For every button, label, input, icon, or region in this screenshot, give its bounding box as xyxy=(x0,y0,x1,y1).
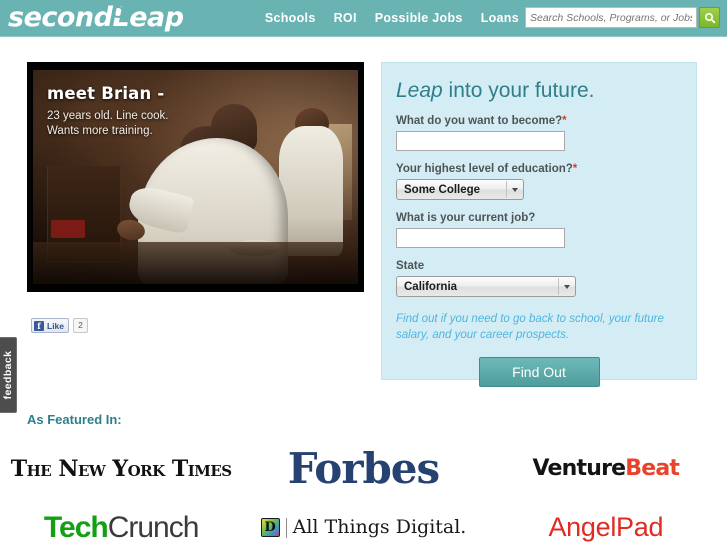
current-job-field-label: What is your current job? xyxy=(396,212,696,224)
hero-photo-second-cook xyxy=(279,126,343,256)
panel-title-emphasis: Leap xyxy=(396,79,443,102)
hero-subtext: 23 years old. Line cook. Wants more trai… xyxy=(47,109,168,139)
panel-title: Leap into your future. xyxy=(396,79,696,103)
hero-photo: meet Brian - 23 years old. Line cook. Wa… xyxy=(33,70,358,284)
panel-title-rest: into your future. xyxy=(442,79,595,102)
venturebeat-part-1: Venture xyxy=(532,456,627,481)
become-label-text: What do you want to become? xyxy=(396,115,563,127)
facebook-like-widget: f Like 2 xyxy=(31,318,89,333)
panel-note: Find out if you need to go back to schoo… xyxy=(396,311,682,343)
current-job-label-text: What is your current job? xyxy=(396,212,536,224)
education-select-wrapper: Some College xyxy=(396,179,524,200)
hero-photo-counter xyxy=(33,242,358,284)
brand-logo-all-things-digital[interactable]: D All Things Digital. xyxy=(260,516,467,538)
become-field-label: What do you want to become?* xyxy=(396,115,696,127)
education-required-marker: * xyxy=(572,163,578,175)
search-input[interactable] xyxy=(525,7,697,28)
featured-in-title: As Featured In: xyxy=(27,412,122,427)
search-bar xyxy=(525,7,720,28)
state-select-wrapper: California xyxy=(396,276,576,297)
feedback-tab[interactable]: feedback xyxy=(0,337,17,413)
current-job-input[interactable] xyxy=(396,228,565,248)
featured-logo-grid: The New York Times Forbes VentureBeat Te… xyxy=(0,438,727,545)
panel-note-line-2: and your career prospects. xyxy=(432,329,570,341)
all-things-digital-d-icon: D xyxy=(260,518,280,537)
nav-item-schools[interactable]: Schools xyxy=(265,11,316,25)
search-icon xyxy=(704,12,715,23)
site-logo[interactable]: secondLeap xyxy=(8,2,184,33)
brand-logo-venturebeat[interactable]: VentureBeat xyxy=(533,458,680,480)
brand-logo-nyt[interactable]: The New York Times xyxy=(11,458,232,480)
page-root: secondLeap Schools ROI Possible Jobs Loa… xyxy=(0,0,727,545)
nav-item-possible-jobs[interactable]: Possible Jobs xyxy=(375,11,463,25)
nav-item-roi[interactable]: ROI xyxy=(334,11,357,25)
brand-logo-techcrunch[interactable]: TechCrunch xyxy=(43,510,200,544)
hero-image: meet Brian - 23 years old. Line cook. Wa… xyxy=(27,62,364,292)
lead-form-panel: Leap into your future. What do you want … xyxy=(381,62,697,387)
brand-logo-angelpad[interactable]: AngelPad xyxy=(548,514,663,541)
facebook-like-label: Like xyxy=(47,320,65,331)
hero-headline: meet Brian - xyxy=(47,84,165,103)
become-required-marker: * xyxy=(562,115,567,127)
education-label-text: Your highest level of education? xyxy=(396,163,573,175)
techcrunch-part-1: Tech xyxy=(43,510,109,544)
state-select[interactable]: California xyxy=(396,276,576,297)
facebook-like-count[interactable]: 2 xyxy=(73,318,89,333)
hero-subtext-line-2: Wants more training. xyxy=(47,125,153,137)
find-out-button[interactable]: Find Out xyxy=(478,357,600,387)
techcrunch-part-2: Crunch xyxy=(107,510,200,544)
all-things-digital-text: All Things Digital. xyxy=(292,516,467,538)
main-nav: Schools ROI Possible Jobs Loans xyxy=(265,11,519,25)
site-header: secondLeap Schools ROI Possible Jobs Loa… xyxy=(0,0,727,37)
brand-logo-forbes[interactable]: Forbes xyxy=(288,448,440,490)
education-select[interactable]: Some College xyxy=(396,179,524,200)
feedback-tab-label: feedback xyxy=(2,350,14,400)
divider xyxy=(285,517,287,538)
become-input[interactable] xyxy=(396,131,565,151)
search-button[interactable] xyxy=(699,7,720,28)
venturebeat-part-2: Beat xyxy=(625,456,680,481)
logo-swirl-icon xyxy=(112,6,124,18)
state-field-label: State xyxy=(396,260,696,272)
facebook-like-button[interactable]: f Like xyxy=(31,318,70,333)
site-logo-text: secondLeap xyxy=(8,2,184,33)
hero-photo-sign xyxy=(51,220,85,238)
state-label-text: State xyxy=(396,260,425,272)
facebook-icon: f xyxy=(34,320,44,331)
hero-subtext-line-1: 23 years old. Line cook. xyxy=(47,110,169,122)
education-field-label: Your highest level of education?* xyxy=(396,163,696,175)
nav-item-loans[interactable]: Loans xyxy=(481,11,519,25)
